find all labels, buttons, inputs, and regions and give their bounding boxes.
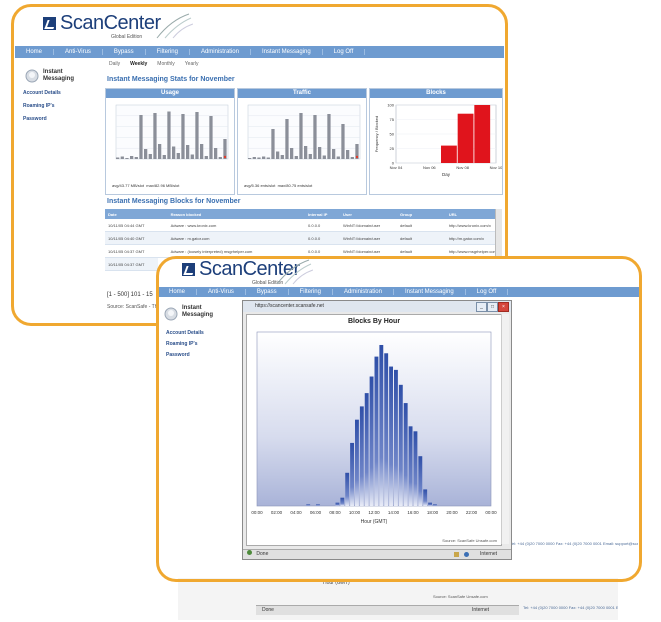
- lower-remnant: Hour (GMT) Source: ScanSafe Unsafe.com D…: [178, 578, 618, 620]
- lower-right-footer: Tel: +44 (0)20 7000 0000 Fax: +44 (0)20 …: [523, 605, 618, 610]
- lower-source: Source: ScanSafe Unsafe.com: [433, 594, 488, 599]
- lower-status-right: Internet: [472, 607, 489, 613]
- front-highlight-frame: [156, 256, 642, 582]
- lower-status-left: Done: [262, 607, 274, 613]
- lower-statusbar: Done Internet: [256, 605, 519, 615]
